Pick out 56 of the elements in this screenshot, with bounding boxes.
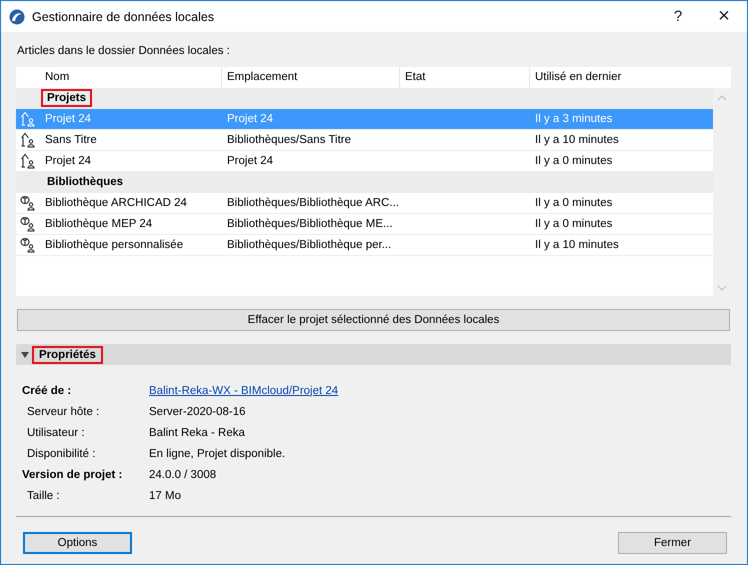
dialog-button[interactable]: Options bbox=[23, 532, 132, 554]
table-cell-text: Bibliothèque MEP 24 bbox=[44, 218, 154, 230]
house-user-icon bbox=[20, 153, 36, 169]
property-label: Version de projet : bbox=[21, 468, 124, 480]
scroll-up-icon[interactable] bbox=[717, 95, 727, 101]
table-cell-text: Bibliothèque ARCHICAD 24 bbox=[44, 197, 188, 209]
dialog-button[interactable]: Fermer bbox=[618, 532, 727, 554]
property-label: Disponibilité : bbox=[26, 448, 96, 460]
table-cell-text: Bibliothèques/Bibliothèque per... bbox=[226, 239, 392, 251]
library-user-icon bbox=[20, 216, 36, 232]
table-row[interactable]: Bibliothèque MEP 24 Bibliothèques/Bibliothèque ME... Il y a 0 minutes bbox=[16, 214, 713, 235]
close-button[interactable]: × bbox=[701, 5, 747, 28]
delete-project-button[interactable]: Effacer le projet sélectionné des Données locales bbox=[17, 309, 730, 331]
group-header: Projets bbox=[41, 89, 92, 107]
property-label: Utilisateur : bbox=[26, 426, 86, 438]
app-logo-icon bbox=[9, 8, 25, 24]
table-cell-text: Projet 24 bbox=[44, 155, 92, 167]
properties-header[interactable]: Propriétés bbox=[16, 344, 731, 365]
table-cell-text: Il y a 10 minutes bbox=[534, 239, 620, 251]
property-label: Taille : bbox=[26, 490, 61, 502]
group-header: Bibliothèques bbox=[46, 175, 124, 190]
property-value: Server-2020-08-16 bbox=[149, 406, 246, 418]
table-cell-text: Il y a 0 minutes bbox=[534, 197, 614, 209]
table-cell-text: Projet 24 bbox=[226, 155, 274, 167]
table-row[interactable]: Sans Titre Bibliothèques/Sans Titre Il y a 10 minutes bbox=[16, 130, 713, 151]
table-cell-text: Projet 24 bbox=[226, 113, 274, 125]
property-label: Créé de : bbox=[21, 384, 72, 396]
table-row[interactable]: Bibliothèque ARCHICAD 24 Bibliothèques/Bibliothèque ARC... Il y a 0 minutes bbox=[16, 193, 713, 214]
window-title: Gestionnaire de données locales bbox=[32, 10, 216, 24]
property-value: Balint Reka - Reka bbox=[149, 426, 245, 438]
house-user-icon bbox=[20, 132, 36, 148]
library-user-icon bbox=[20, 195, 36, 211]
property-value: En ligne, Projet disponible. bbox=[149, 448, 286, 460]
properties-title: Propriétés bbox=[32, 346, 103, 364]
table-cell-text: Projet 24 bbox=[44, 113, 92, 125]
property-label: Serveur hôte : bbox=[26, 406, 100, 418]
scroll-down-icon[interactable] bbox=[717, 285, 727, 291]
table-cell-text: Il y a 3 minutes bbox=[534, 113, 614, 125]
help-button[interactable]: ? bbox=[655, 8, 701, 25]
house-user-icon bbox=[20, 111, 36, 127]
disclosure-triangle-icon[interactable] bbox=[21, 352, 29, 358]
property-value: 17 Mo bbox=[149, 490, 181, 502]
property-value: 24.0.0 / 3008 bbox=[149, 468, 216, 480]
column-header[interactable]: Utilisé en dernier bbox=[530, 67, 713, 88]
table-cell-text: Bibliothèque personnalisée bbox=[44, 239, 184, 251]
table-row[interactable]: Bibliothèque personnalisée Bibliothèques/Bibliothèque per... Il y a 10 minutes bbox=[16, 235, 713, 256]
table-cell-text: Il y a 10 minutes bbox=[534, 134, 620, 146]
table-cell-text: Il y a 0 minutes bbox=[534, 218, 614, 230]
table-cell-text: Bibliothèques/Bibliothèque ARC... bbox=[226, 197, 400, 209]
table-cell-text: Il y a 0 minutes bbox=[534, 155, 614, 167]
property-link[interactable]: Balint-Reka-WX - BIMcloud/Projet 24 bbox=[149, 384, 338, 396]
table-cell-text: Sans Titre bbox=[44, 134, 98, 146]
list-label: Articles dans le dossier Données locales : bbox=[17, 44, 231, 59]
table-cell-text: Bibliothèques/Bibliothèque ME... bbox=[226, 218, 394, 230]
table-cell-text: Bibliothèques/Sans Titre bbox=[226, 134, 352, 146]
library-user-icon bbox=[20, 237, 36, 253]
